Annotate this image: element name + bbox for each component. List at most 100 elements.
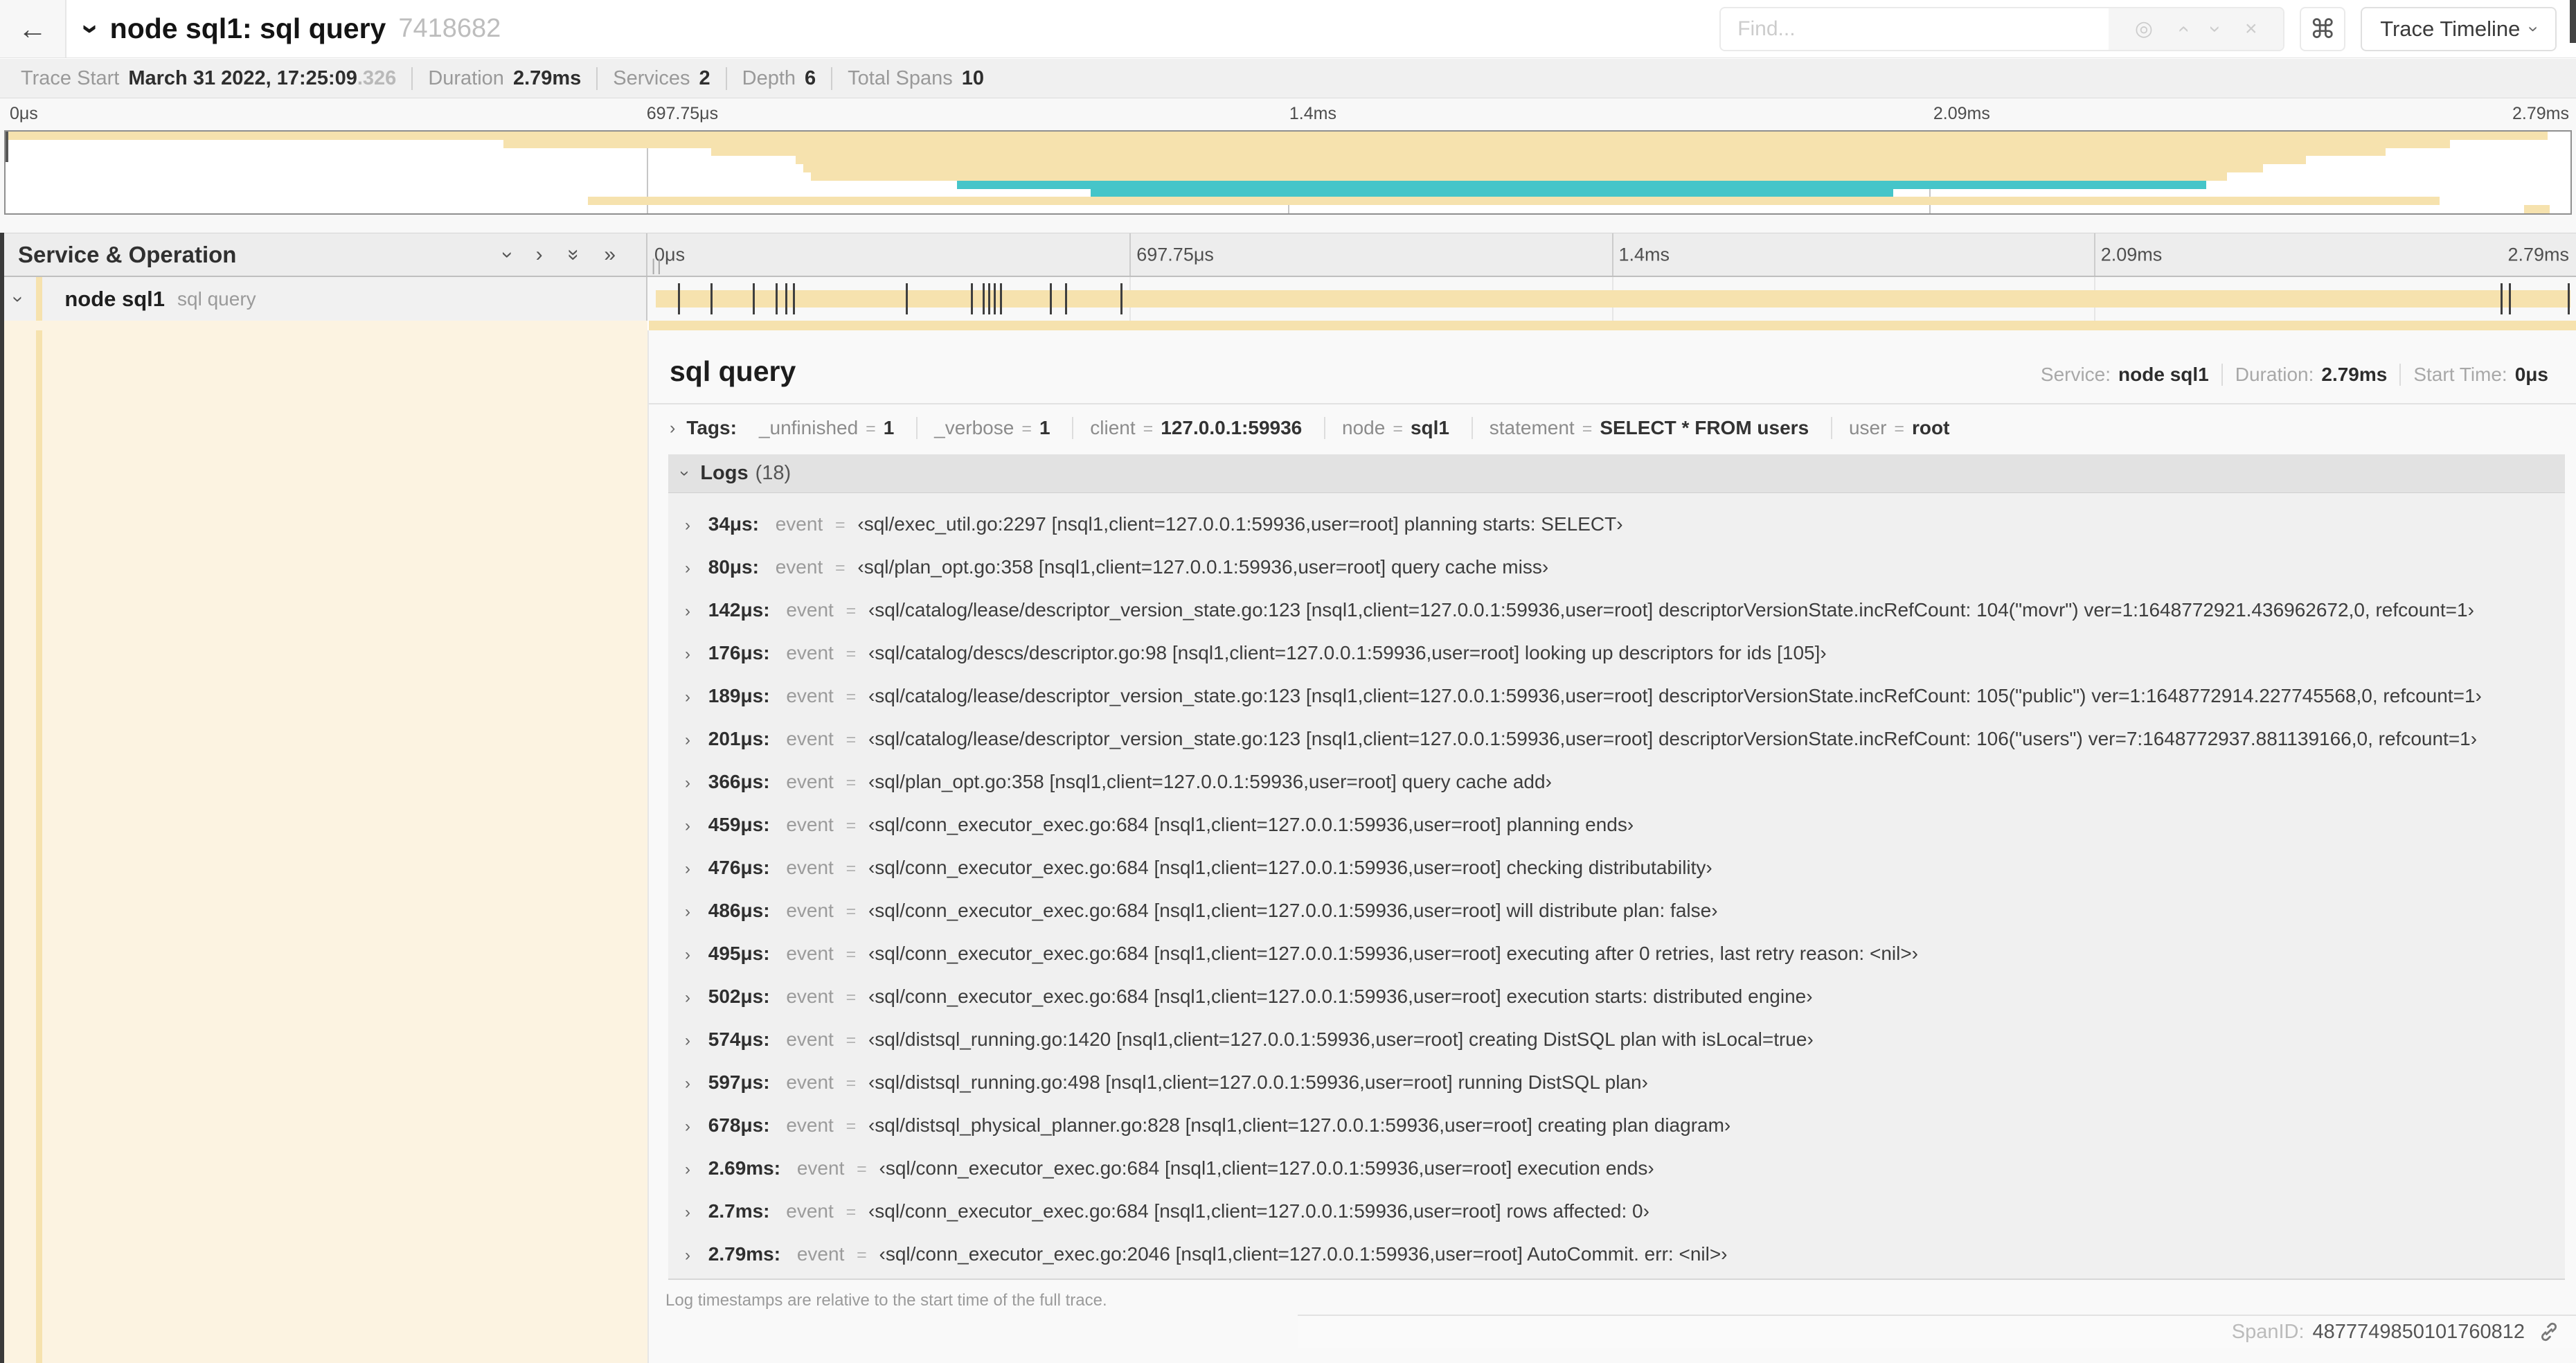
log-chevron-icon[interactable]: › (685, 689, 690, 706)
log-marker-tick (982, 283, 985, 314)
log-chevron-icon[interactable]: › (685, 603, 690, 620)
log-timestamp: 80μs: (708, 556, 759, 578)
log-field-key: event (786, 642, 834, 663)
tags-row[interactable]: › Tags: _unfinished = 1 _verbose = 1 cli… (649, 404, 2576, 452)
log-row[interactable]: › 2.7ms: event = ‹sql/conn_executor_exec… (668, 1190, 2565, 1233)
log-timestamp: 142μs: (708, 599, 770, 621)
log-row[interactable]: › 176μs: event = ‹sql/catalog/descs/desc… (668, 632, 2565, 675)
log-row[interactable]: › 2.69ms: event = ‹sql/conn_executor_exe… (668, 1147, 2565, 1190)
right-scrollbar-thumb[interactable] (2570, 0, 2576, 43)
logs-chevron-icon[interactable]: › (676, 470, 695, 476)
timeline-ruler: 0μs 697.75μs 1.4ms 2.09ms 2.79ms (647, 233, 2576, 276)
log-chevron-icon[interactable]: › (685, 732, 690, 749)
focus-match-icon[interactable]: ◎ (2135, 18, 2153, 39)
collapse-one-icon[interactable]: › (497, 251, 519, 258)
meta-label: Trace Start (21, 66, 120, 89)
detail-meta-label: Duration: (2235, 364, 2314, 385)
detail-meta-value: 0μs (2514, 364, 2548, 385)
log-chevron-icon[interactable]: › (685, 1033, 690, 1049)
back-button[interactable]: ← (0, 0, 66, 57)
log-timestamp: 366μs: (708, 771, 770, 792)
log-field-key: event (786, 1071, 834, 1093)
prev-result-icon[interactable]: › (2171, 26, 2194, 33)
collapse-all-icon[interactable]: » (562, 249, 585, 260)
trace-view-selector[interactable]: Trace Timeline › (2361, 6, 2557, 51)
meta-label: Depth (742, 66, 796, 89)
minimap-left-scrubber[interactable] (6, 132, 8, 162)
log-row[interactable]: › 201μs: event = ‹sql/catalog/lease/desc… (668, 718, 2565, 760)
expand-one-icon[interactable]: › (536, 244, 543, 265)
back-arrow-icon: ← (18, 12, 47, 45)
log-marker-tick (1049, 283, 1052, 314)
log-field-key: event (786, 943, 834, 964)
log-chevron-icon[interactable]: › (685, 861, 690, 878)
find-input[interactable] (1721, 8, 2109, 50)
tag-item: user = root (1830, 417, 1967, 439)
log-timestamp: 2.7ms: (708, 1200, 770, 1222)
log-chevron-icon[interactable]: › (685, 560, 690, 577)
log-row[interactable]: › 34μs: event = ‹sql/exec_util.go:2297 [… (668, 503, 2565, 546)
next-result-icon[interactable]: › (2204, 26, 2227, 33)
log-row[interactable]: › 2.79ms: event = ‹sql/conn_executor_exe… (668, 1233, 2565, 1276)
log-chevron-icon[interactable]: › (685, 990, 690, 1006)
log-chevron-icon[interactable]: › (685, 517, 690, 534)
log-row[interactable]: › 366μs: event = ‹sql/plan_opt.go:358 [n… (668, 760, 2565, 803)
log-chevron-icon[interactable]: › (685, 1161, 690, 1178)
minimap-tick-label: 1.4ms (1289, 104, 1336, 123)
log-timestamp: 495μs: (708, 943, 770, 964)
log-row[interactable]: › 678μs: event = ‹sql/distsql_physical_p… (668, 1104, 2565, 1147)
log-row[interactable]: › 476μs: event = ‹sql/conn_executor_exec… (668, 846, 2565, 889)
top-bar-controls: ◎ › › × ⌘ Trace Timeline › (1719, 6, 2576, 51)
log-chevron-icon[interactable]: › (685, 818, 690, 835)
tag-item: client = 127.0.0.1:59936 (1072, 417, 1318, 439)
span-row-name-cell[interactable]: › node sql1 sql query (0, 277, 647, 321)
log-chevron-icon[interactable]: › (685, 1119, 690, 1135)
log-row[interactable]: › 502μs: event = ‹sql/conn_executor_exec… (668, 975, 2565, 1018)
tags-chevron-icon[interactable]: › (670, 419, 675, 437)
clear-search-icon[interactable]: × (2245, 18, 2257, 39)
log-row[interactable]: › 597μs: event = ‹sql/distsql_running.go… (668, 1061, 2565, 1104)
log-chevron-icon[interactable]: › (685, 947, 690, 963)
top-bar: ← › node sql1: sql query 7418682 ◎ › › ×… (0, 0, 2576, 58)
meta-suffix: .326 (357, 66, 397, 89)
log-marker-tick (906, 283, 909, 314)
trace-title-group: › node sql1: sql query 7418682 (74, 12, 501, 45)
minimap-span-bars (6, 132, 2570, 213)
deep-link-icon[interactable] (2537, 1320, 2561, 1344)
logs-header[interactable]: › Logs (18) (668, 454, 2565, 493)
minimap-canvas[interactable] (4, 130, 2572, 215)
log-chevron-icon[interactable]: › (685, 646, 690, 663)
tag-key: _verbose (934, 417, 1014, 438)
log-chevron-icon[interactable]: › (685, 775, 690, 792)
log-field-key: event (786, 771, 834, 792)
log-row[interactable]: › 459μs: event = ‹sql/conn_executor_exec… (668, 803, 2565, 846)
log-chevron-icon[interactable]: › (685, 904, 690, 920)
collapse-trace-chevron-icon[interactable]: › (74, 24, 108, 34)
expand-all-icon[interactable]: » (604, 244, 616, 265)
log-field-value: ‹sql/catalog/lease/descriptor_version_st… (868, 685, 2482, 706)
detail-accent-bar (649, 321, 2576, 330)
span-children-chevron-icon[interactable]: › (8, 296, 30, 302)
meta-label: Services (613, 66, 690, 89)
log-row[interactable]: › 80μs: event = ‹sql/plan_opt.go:358 [ns… (668, 546, 2565, 589)
detail-meta-label: Service: (2040, 364, 2111, 385)
log-field-key: event (786, 728, 834, 749)
log-chevron-icon[interactable]: › (685, 1247, 690, 1264)
column-resizer-handle[interactable]: || (652, 256, 663, 276)
log-row[interactable]: › 495μs: event = ‹sql/conn_executor_exec… (668, 932, 2565, 975)
left-scrollbar[interactable] (0, 233, 4, 1363)
keyboard-shortcuts-button[interactable]: ⌘ (2300, 6, 2346, 51)
log-field-key: event (786, 1028, 834, 1050)
log-chevron-icon[interactable]: › (685, 1204, 690, 1221)
log-equals: = (857, 1245, 867, 1265)
log-row[interactable]: › 486μs: event = ‹sql/conn_executor_exec… (668, 889, 2565, 932)
log-row[interactable]: › 574μs: event = ‹sql/distsql_running.go… (668, 1018, 2565, 1061)
find-box: ◎ › › × (1719, 6, 2285, 51)
log-row[interactable]: › 189μs: event = ‹sql/catalog/lease/desc… (668, 675, 2565, 718)
tag-equals: = (1143, 419, 1154, 438)
log-row[interactable]: › 142μs: event = ‹sql/catalog/lease/desc… (668, 589, 2565, 632)
log-chevron-icon[interactable]: › (685, 1076, 690, 1092)
meta-value: 6 (805, 66, 816, 89)
ruler-gridline (2093, 233, 2095, 276)
minimap-span-bar (1090, 188, 1894, 197)
